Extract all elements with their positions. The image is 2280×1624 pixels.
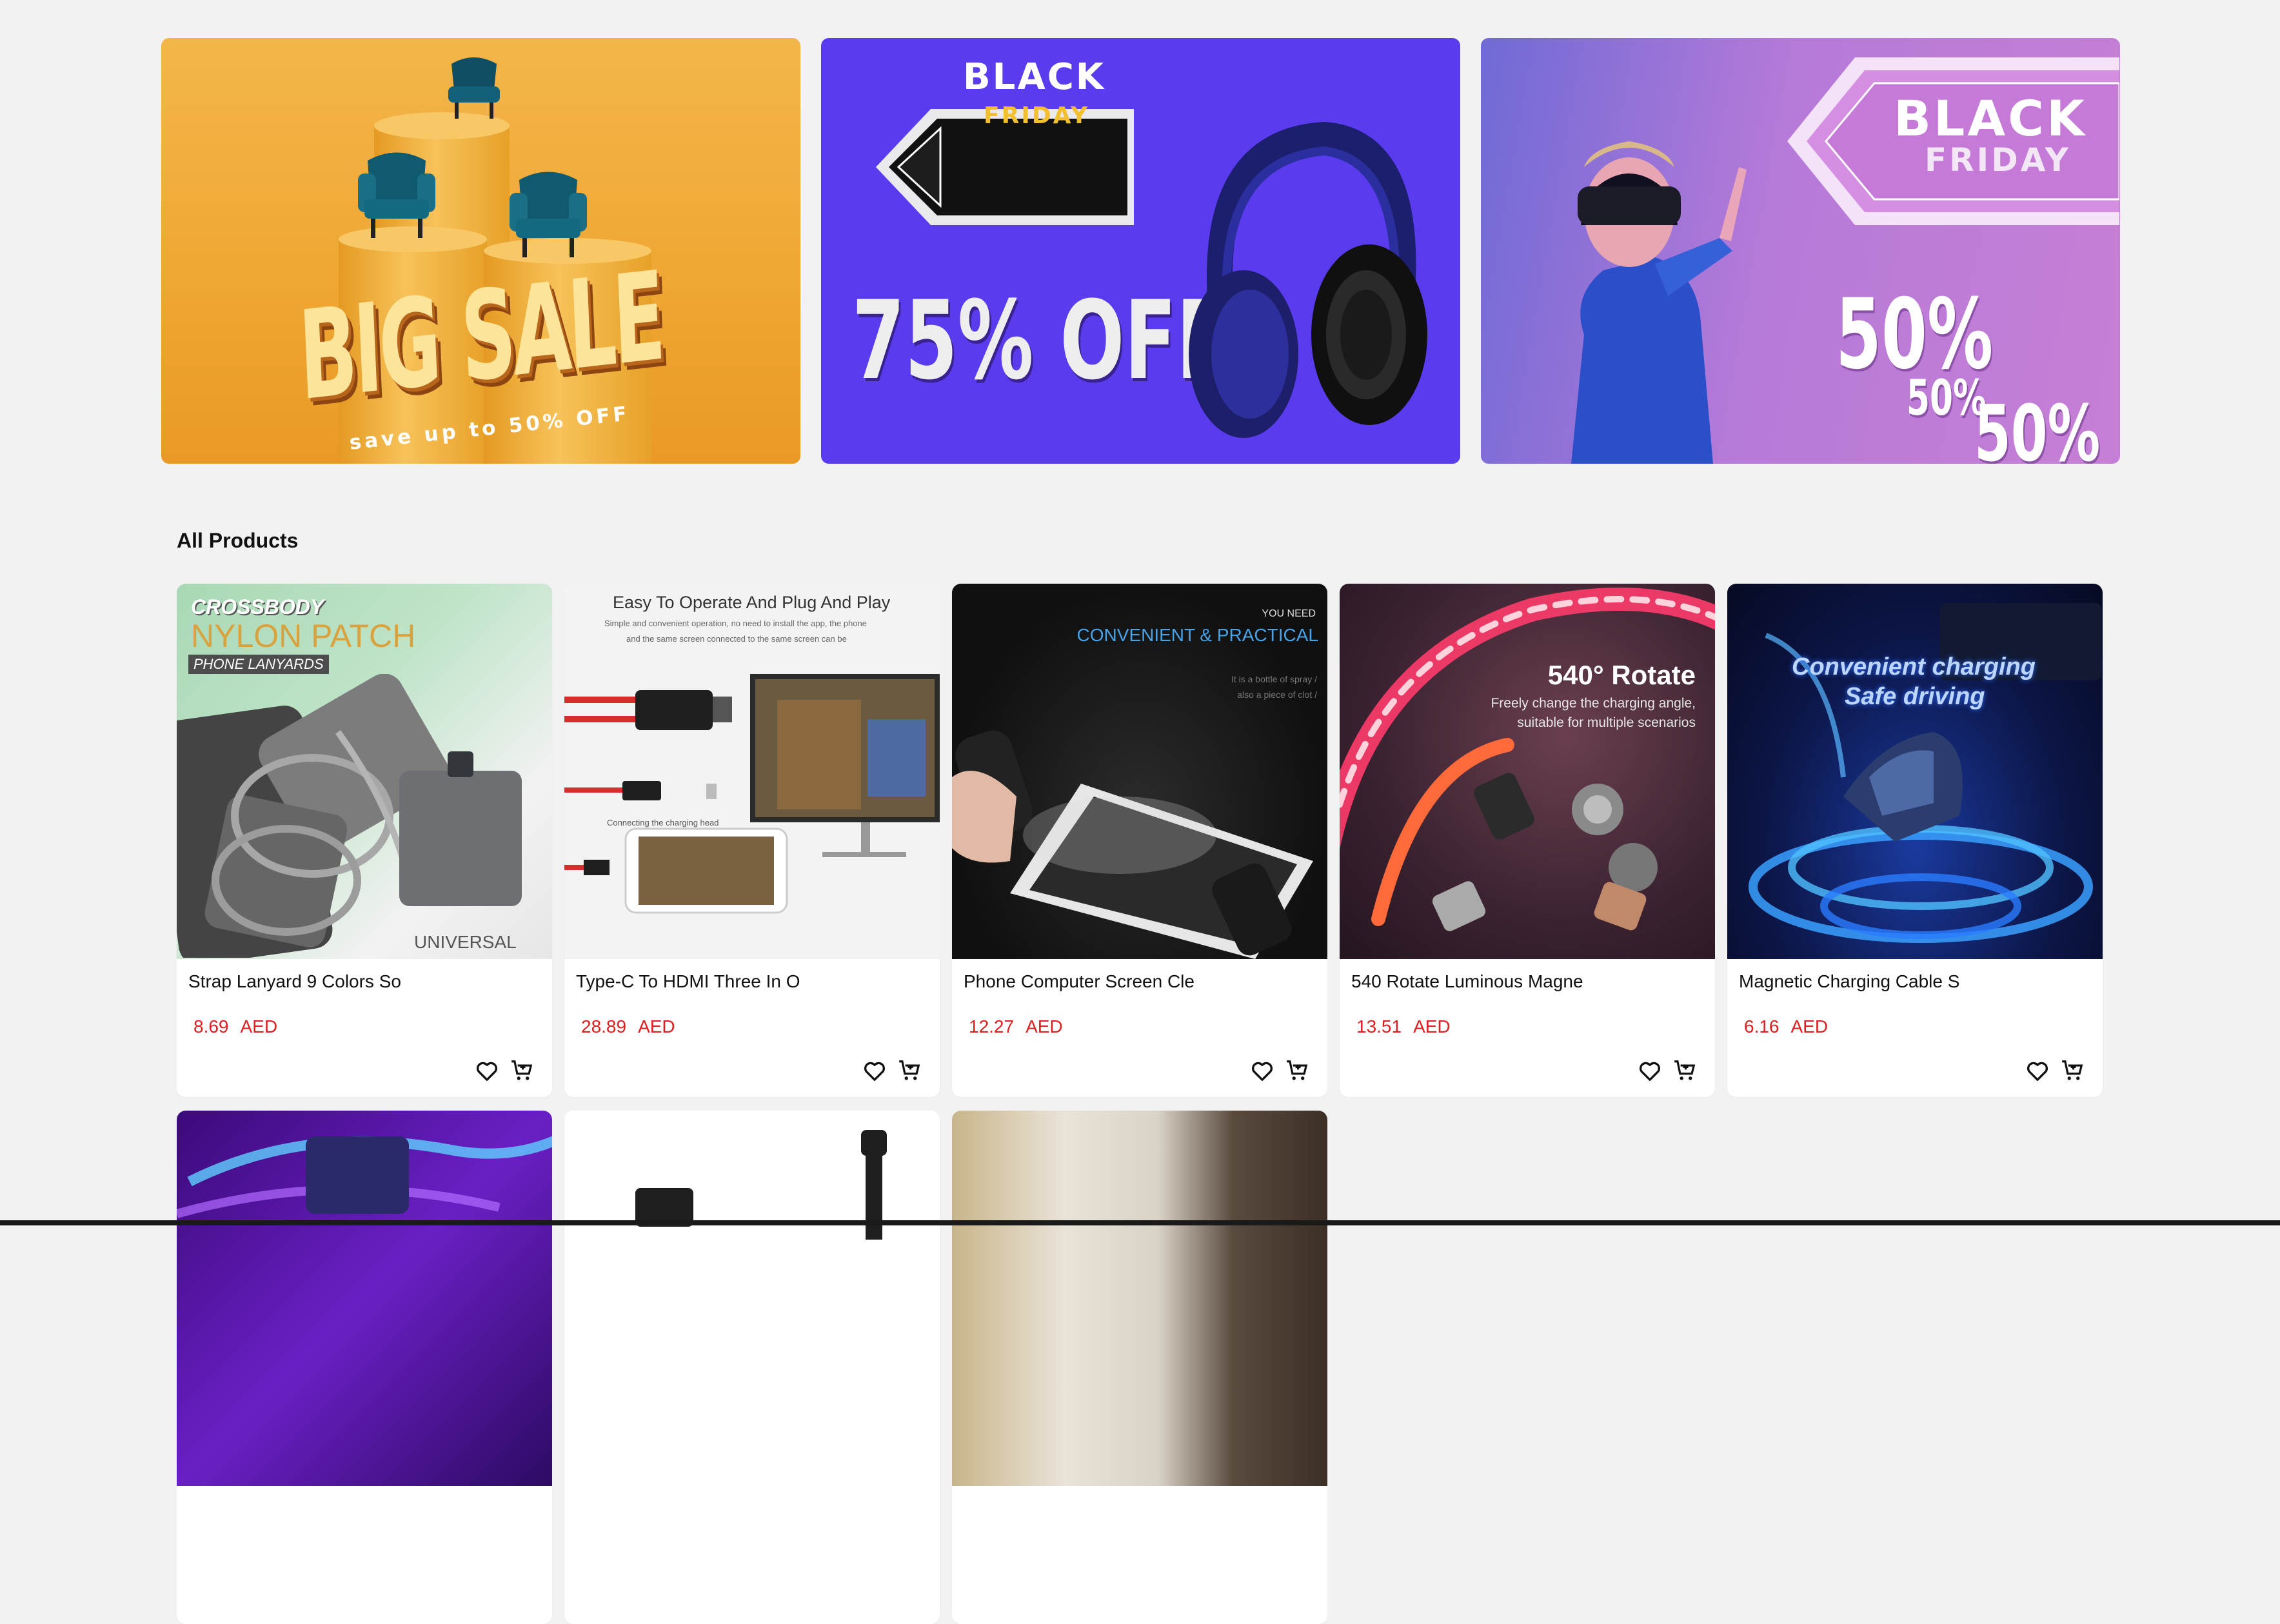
product-image[interactable]: Easy To Operate And Plug And Play Simple… [564, 584, 940, 959]
image-caption: and the same screen connected to the sam… [626, 634, 847, 644]
heart-icon[interactable] [1249, 1057, 1276, 1084]
price-currency: AED [1790, 1016, 1829, 1036]
image-caption: UNIVERSAL [414, 932, 517, 952]
add-to-cart-icon[interactable] [896, 1057, 923, 1084]
product-card[interactable]: YOU NEED CONVENIENT & PRACTICAL It is a … [952, 584, 1327, 1097]
image-caption: Safe driving [1845, 683, 1985, 710]
heart-icon[interactable] [473, 1057, 501, 1084]
product-card[interactable] [952, 1111, 1327, 1624]
price-amount: 28.89 [581, 1016, 627, 1036]
image-caption: Simple and convenient operation, no need… [604, 619, 867, 628]
promo-banners: BIG SALE save up to 50% OFF BLACK FRIDAY… [161, 38, 2120, 464]
luminous-cable-graphic [1340, 588, 1715, 931]
product-price: 8.69 AED [193, 1016, 277, 1037]
price-amount: 6.16 [1744, 1016, 1779, 1036]
add-to-cart-icon[interactable] [1671, 1057, 1698, 1084]
lanyard-product-graphic [177, 674, 522, 958]
add-to-cart-icon[interactable] [2059, 1057, 2086, 1084]
vr-person-graphic [1571, 141, 1747, 464]
add-to-cart-icon[interactable] [508, 1057, 535, 1084]
product-name[interactable]: 540 Rotate Luminous Magne [1351, 971, 1583, 992]
banner-headphones-black-friday[interactable]: BLACK FRIDAY 75% OFF [821, 38, 1460, 464]
image-caption: Connecting the charging head [607, 818, 719, 827]
card-actions [1636, 1057, 1698, 1084]
image-caption: CONVENIENT & PRACTICAL [1076, 625, 1318, 645]
heart-icon[interactable] [2024, 1057, 2051, 1084]
product-card[interactable] [177, 1111, 552, 1624]
hdmi-adapter-graphic [564, 674, 940, 914]
product-price: 28.89 AED [581, 1016, 675, 1037]
price-amount: 13.51 [1356, 1016, 1402, 1036]
product-card[interactable]: CROSSBODY NYLON PATCH PHONE LANYARDS UNI… [177, 584, 552, 1097]
card-actions [1249, 1057, 1311, 1084]
product-card[interactable]: 540° Rotate Freely change the charging a… [1340, 584, 1715, 1097]
armchair-graphic [510, 172, 587, 257]
image-caption: also a piece of clot / [1237, 689, 1317, 700]
product-name[interactable]: Type-C To HDMI Three In O [576, 971, 800, 992]
product-card[interactable] [564, 1111, 940, 1624]
tag-black-label: BLACK [1894, 90, 2087, 147]
image-caption: 540° Rotate [1547, 660, 1696, 690]
price-currency: AED [240, 1016, 278, 1036]
product-card[interactable]: Convenient charging Safe driving Magneti… [1727, 584, 2103, 1097]
product-name[interactable]: Strap Lanyard 9 Colors So [188, 971, 401, 992]
product-price: 13.51 AED [1356, 1016, 1451, 1037]
tag-friday-label: FRIDAY [984, 103, 1090, 129]
tag-friday-label: FRIDAY [1925, 141, 2071, 179]
price-currency: AED [638, 1016, 675, 1036]
product-price: 6.16 AED [1744, 1016, 1828, 1037]
product-image[interactable]: Convenient charging Safe driving [1727, 584, 2103, 959]
image-caption: Convenient charging [1792, 653, 2036, 680]
product-image[interactable]: CROSSBODY NYLON PATCH PHONE LANYARDS UNI… [177, 584, 552, 959]
price-currency: AED [1026, 1016, 1063, 1036]
banner-big-sale[interactable]: BIG SALE save up to 50% OFF [161, 38, 800, 464]
price-amount: 12.27 [969, 1016, 1015, 1036]
product-name[interactable]: Magnetic Charging Cable S [1739, 971, 1959, 992]
magnetic-cable-graphic [1749, 603, 2101, 943]
product-card[interactable]: Easy To Operate And Plug And Play Simple… [564, 584, 940, 1097]
armchair-graphic [448, 57, 500, 119]
card-actions [2024, 1057, 2086, 1084]
screen-cleaner-graphic [952, 730, 1313, 959]
image-caption: PHONE LANYARDS [188, 655, 329, 674]
tag-black-label: BLACK [963, 56, 1106, 98]
image-caption: CROSSBODY [191, 595, 324, 619]
heart-icon[interactable] [1636, 1057, 1663, 1084]
add-to-cart-icon[interactable] [1284, 1057, 1311, 1084]
product-image[interactable] [564, 1111, 940, 1486]
product-image[interactable] [952, 1111, 1327, 1486]
section-title-all-products: All Products [177, 529, 299, 552]
image-caption: It is a bottle of spray / [1231, 674, 1317, 684]
banner-headline: 75% OFF [852, 277, 1229, 404]
banner-vr-black-friday[interactable]: BLACK FRIDAY 50% 50% 50% [1481, 38, 2120, 464]
image-caption: NYLON PATCH [191, 618, 416, 654]
discount-percent-medium: 50% [1974, 390, 2101, 464]
product-image[interactable]: YOU NEED CONVENIENT & PRACTICAL It is a … [952, 584, 1327, 959]
image-caption: suitable for multiple scenarios [1517, 715, 1696, 730]
price-amount: 8.69 [193, 1016, 229, 1036]
price-currency: AED [1413, 1016, 1451, 1036]
headphones-graphic [1189, 121, 1427, 438]
product-price: 12.27 AED [969, 1016, 1063, 1037]
armchair-graphic [358, 152, 435, 238]
product-image[interactable]: 540° Rotate Freely change the charging a… [1340, 584, 1715, 959]
card-actions [861, 1057, 923, 1084]
image-caption: YOU NEED [1262, 608, 1316, 619]
card-actions [473, 1057, 535, 1084]
product-name[interactable]: Phone Computer Screen Cle [964, 971, 1195, 992]
image-caption: Freely change the charging angle, [1491, 696, 1696, 711]
image-caption: Easy To Operate And Plug And Play [613, 593, 891, 612]
window-bottom-edge [0, 1220, 2280, 1225]
product-image[interactable] [177, 1111, 552, 1486]
heart-icon[interactable] [861, 1057, 888, 1084]
product-grid: CROSSBODY NYLON PATCH PHONE LANYARDS UNI… [177, 584, 2105, 1624]
